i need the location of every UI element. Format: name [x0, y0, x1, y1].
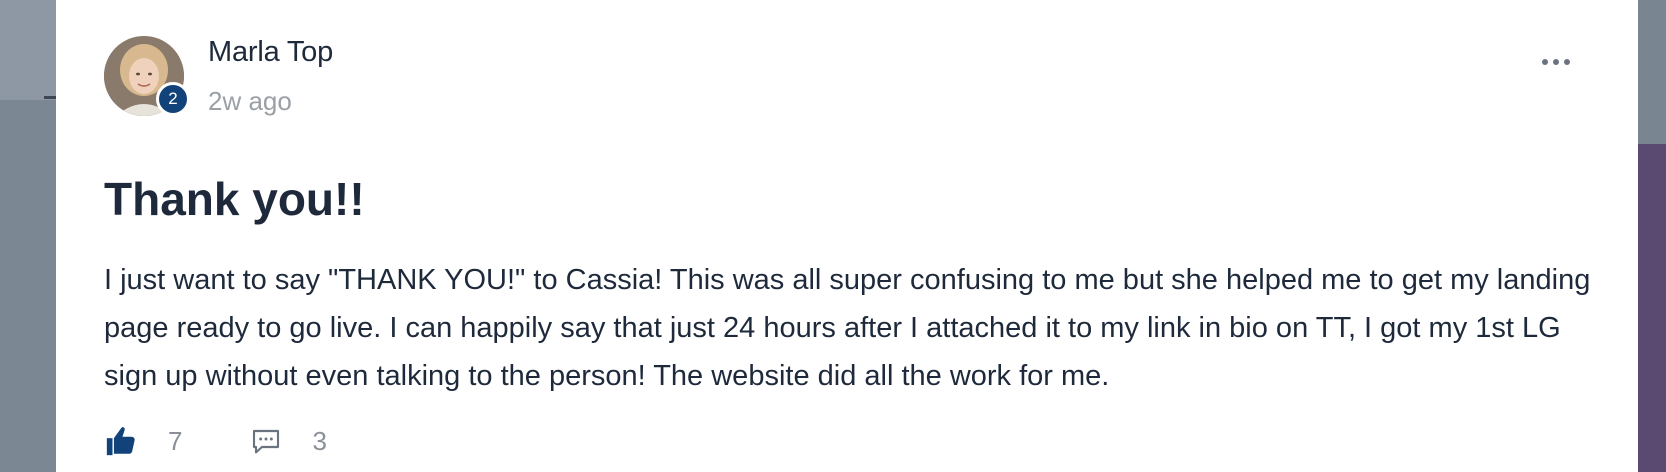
level-badge: 2 [156, 82, 190, 116]
author-avatar-wrapper[interactable]: 2 [104, 36, 190, 116]
post-actions: 7 3 [104, 424, 327, 458]
like-button[interactable]: 7 [104, 424, 182, 458]
author-name[interactable]: Marla Top [208, 36, 333, 69]
more-options-button[interactable] [1536, 50, 1576, 74]
post-card: 2 Marla Top 2w ago Thank you!! I just wa… [56, 0, 1638, 472]
post-timestamp[interactable]: 2w ago [208, 86, 292, 117]
backdrop-right-panel [1638, 144, 1666, 472]
thumbs-up-icon [106, 427, 135, 456]
post-title: Thank you!! [104, 173, 365, 225]
more-horizontal-icon-dot [1553, 59, 1559, 65]
more-horizontal-icon [1542, 59, 1548, 65]
more-horizontal-icon-dot [1564, 59, 1570, 65]
backdrop-divider [44, 96, 56, 99]
comment-icon [253, 429, 280, 454]
comment-count: 3 [312, 425, 327, 456]
backdrop-left-top [0, 0, 56, 100]
like-count: 7 [168, 425, 183, 456]
comment-button[interactable]: 3 [250, 425, 327, 457]
post-body: I just want to say "THANK YOU!" to Cassi… [104, 264, 1591, 392]
